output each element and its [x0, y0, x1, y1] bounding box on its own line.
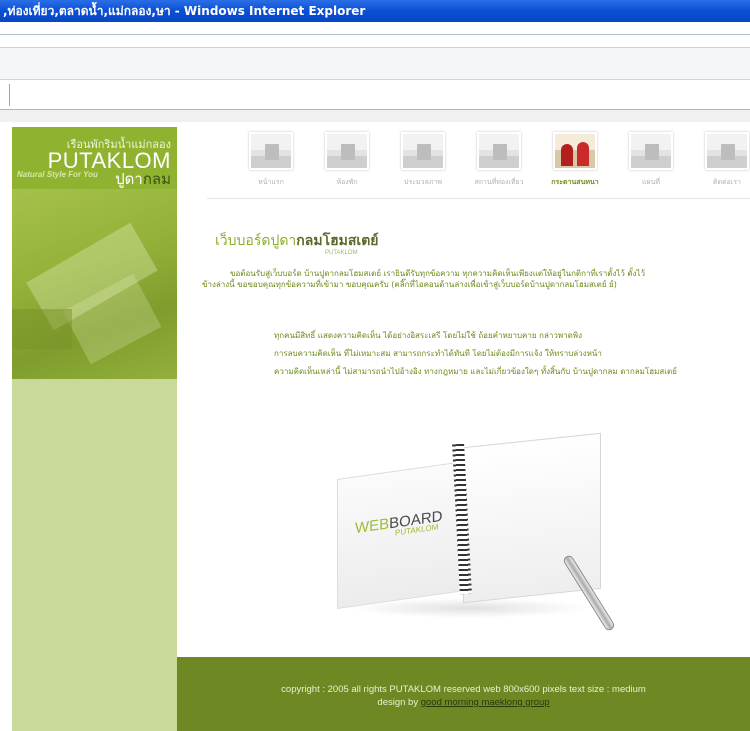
toolbar-bottom-strip — [0, 110, 750, 122]
nav-label: กระดานสนทนา — [551, 178, 599, 186]
nav-item-webboard[interactable]: กระดานสนทนา — [541, 132, 609, 190]
page-title: เว็บบอร์ดปูดากลมโฮมสเตย์ — [215, 230, 378, 252]
logo-thai-part-a: ปูดา — [115, 170, 143, 188]
window-title-bar[interactable]: ,ท่องเที่ยว,ตลาดน้ำ,แม่กลอง,ษา - Windows… — [0, 0, 750, 22]
sidebar: เรือนพักริมน้ำแม่กลอง PUTAKLOM Natural S… — [12, 127, 177, 731]
nav-item-contact[interactable]: ติดต่อเรา — [693, 132, 750, 190]
intro-paragraph-1: ขอต้อนรับสู่เว็บบอร์ด บ้านปูดากลมโฮมสเตย… — [230, 269, 646, 278]
page-title-part-b: กลมโฮมสเตย์ — [296, 233, 379, 249]
rule-item: การลบความคิดเห็น ที่ไม่เหมาะสม สามารถกระ… — [274, 349, 602, 358]
site-logo[interactable]: เรือนพักริมน้ำแม่กลอง PUTAKLOM Natural S… — [12, 127, 177, 189]
toolbar-divider — [0, 34, 750, 35]
toolbar-edge — [9, 84, 10, 106]
nav-label: แผนที่ — [641, 178, 660, 186]
nav-label: ติดต่อเรา — [713, 178, 741, 186]
nav-label: สถานที่ท่องเที่ยว — [474, 178, 524, 186]
web-page: เรือนพักริมน้ำแม่กลอง PUTAKLOM Natural S… — [0, 122, 750, 731]
nav-thumbnail — [477, 132, 521, 170]
nav-thumbnail — [705, 132, 749, 170]
notebook-word-web: WEB — [355, 515, 390, 538]
page-subtitle: PUTAKLOM — [325, 250, 358, 256]
nav-item-map[interactable]: แผนที่ — [617, 132, 685, 190]
nav-thumbnail — [629, 132, 673, 170]
nav-item-attractions[interactable]: สถานที่ท่องเที่ยว — [465, 132, 533, 190]
webboard-notebook-icon[interactable]: WEBBOARD PUTAKLOM — [337, 430, 627, 640]
top-navigation: หน้าแรก ห้องพัก ประมวลภาพ สถานที่ท่องเที… — [237, 132, 750, 190]
address-bar-area — [0, 22, 750, 48]
board-rules: ทุกคนมีสิทธิ์ แสดงความคิดเห็น ได้อย่างอิ… — [274, 330, 694, 384]
nav-item-rooms[interactable]: ห้องพัก — [313, 132, 381, 190]
photo-shade — [12, 309, 72, 349]
menu-toolbar — [0, 48, 750, 80]
footer-copyright: copyright : 2005 all rights PUTAKLOM res… — [281, 684, 646, 695]
nav-divider — [207, 198, 750, 199]
nav-label: ห้องพัก — [336, 178, 358, 186]
logo-thai-name: ปูดากลม — [115, 167, 171, 191]
sidebar-photo — [12, 189, 177, 379]
nav-thumbnail — [325, 132, 369, 170]
nav-thumbnail — [249, 132, 293, 170]
nav-thumbnail — [401, 132, 445, 170]
nav-thumbnail — [553, 132, 597, 170]
rule-item: ทุกคนมีสิทธิ์ แสดงความคิดเห็น ได้อย่างอิ… — [274, 331, 582, 340]
logo-slogan: Natural Style For You — [17, 170, 98, 179]
intro-text: ขอต้อนรับสู่เว็บบอร์ด บ้านปูดากลมโฮมสเตย… — [202, 268, 700, 290]
footer-credit: design by good morning maeklong group — [177, 697, 750, 708]
footer-design-link[interactable]: good morning maeklong group — [421, 697, 550, 708]
nav-item-home[interactable]: หน้าแรก — [237, 132, 305, 190]
page-footer: copyright : 2005 all rights PUTAKLOM res… — [177, 657, 750, 731]
nav-label: ประมวลภาพ — [404, 178, 442, 186]
window-title: ,ท่องเที่ยว,ตลาดน้ำ,แม่กลอง,ษา - Windows… — [3, 4, 366, 18]
page-left-margin — [0, 122, 12, 731]
intro-paragraph-2: ข้างล่างนี้ ขอขอบคุณทุกข้อความที่เข้ามา … — [202, 280, 617, 289]
rule-item: ความคิดเห็นเหล่านี้ ไม่สามารถนำไปอ้างอิง… — [274, 367, 677, 376]
page-title-part-a: เว็บบอร์ดปูดา — [215, 233, 297, 249]
logo-thai-part-b: กลม — [142, 170, 171, 188]
nav-label: หน้าแรก — [258, 178, 284, 186]
command-bar — [0, 80, 750, 110]
nav-item-gallery[interactable]: ประมวลภาพ — [389, 132, 457, 190]
main-content: หน้าแรก ห้องพัก ประมวลภาพ สถานที่ท่องเที… — [177, 122, 750, 657]
footer-credit-prefix: design by — [377, 697, 421, 708]
